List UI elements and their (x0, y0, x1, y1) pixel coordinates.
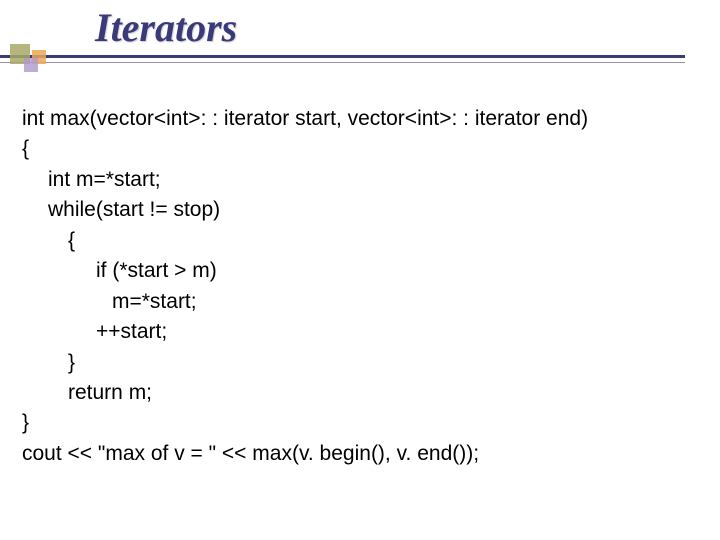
code-line-6: if (*start > m) (22, 256, 588, 286)
decoration-box-purple (24, 58, 38, 72)
code-line-7: m=*start; (22, 287, 588, 317)
code-block: int max(vector<int>: : iterator start, v… (22, 104, 588, 469)
code-line-12: cout << "max of v = " << max(v. begin(),… (22, 439, 588, 469)
thin-rule (0, 62, 685, 63)
code-line-9: } (22, 348, 588, 378)
code-line-4: while(start != stop) (22, 195, 588, 225)
slide-title: Iterators (95, 4, 237, 51)
code-line-1: int max(vector<int>: : iterator start, v… (22, 104, 588, 134)
thick-rule (0, 55, 685, 58)
code-line-8: ++start; (22, 317, 588, 347)
code-line-11: } (22, 408, 588, 438)
code-line-10: return m; (22, 378, 588, 408)
code-line-3: int m=*start; (22, 165, 588, 195)
slide-header: Iterators (0, 0, 720, 70)
code-line-2: { (22, 134, 588, 164)
code-line-5: { (22, 226, 588, 256)
